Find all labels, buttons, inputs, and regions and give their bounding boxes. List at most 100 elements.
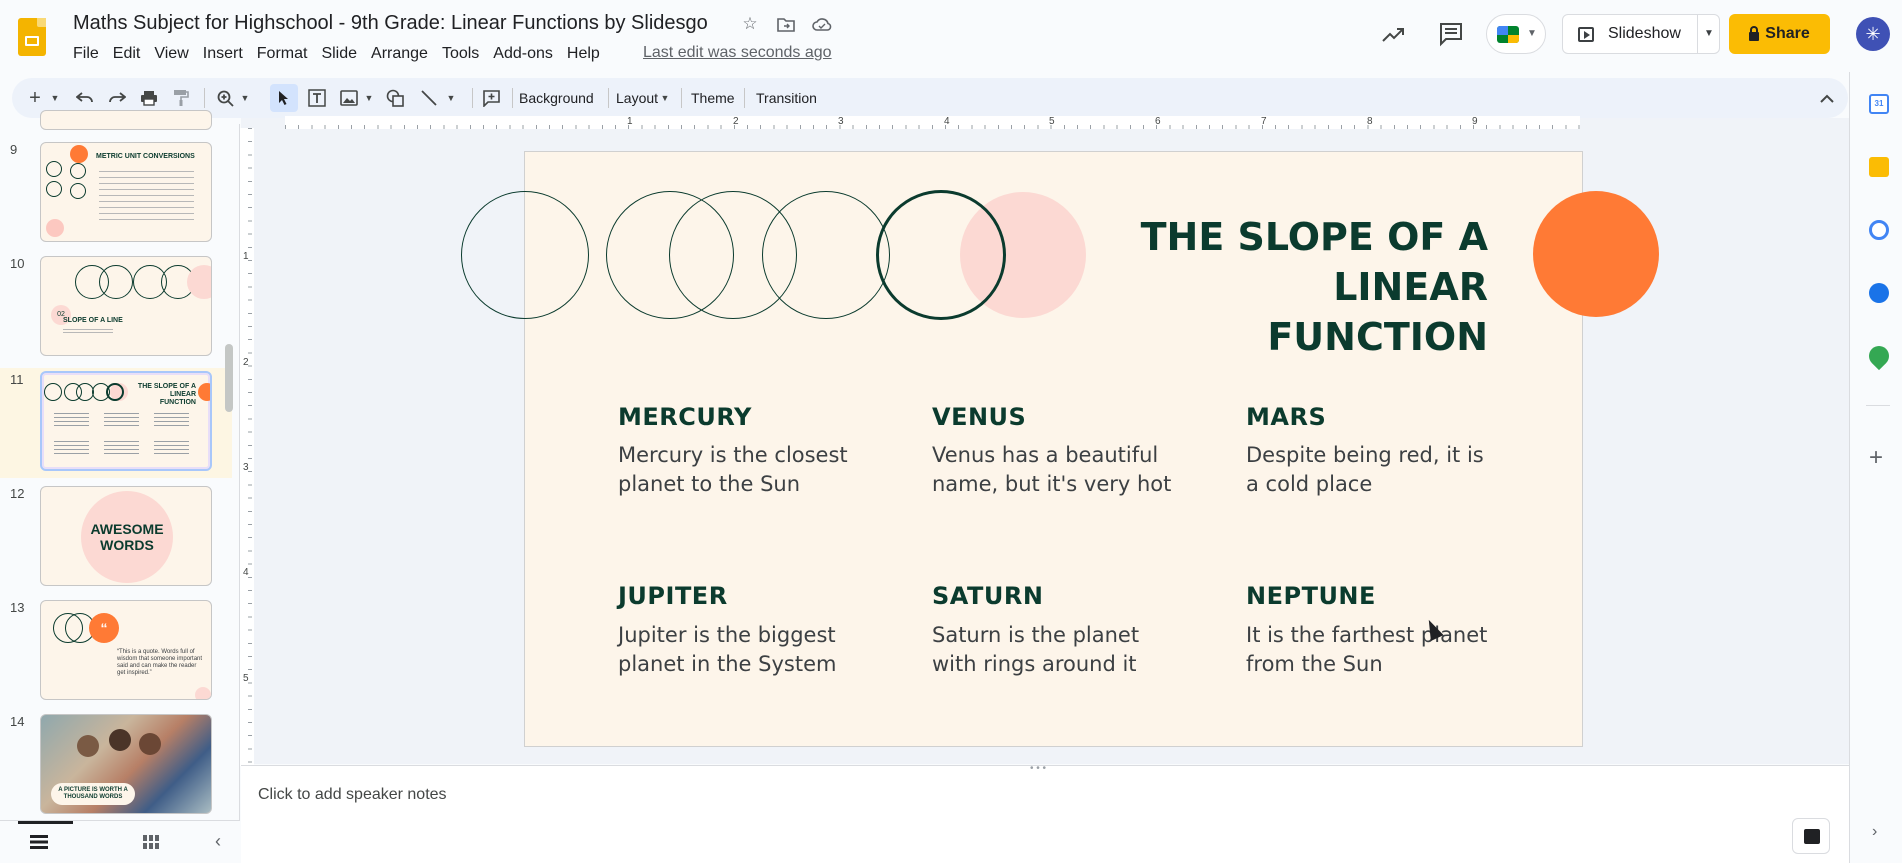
thumbnail-title: METRIC UNIT CONVERSIONS [96,153,195,160]
background-button[interactable]: Background [519,78,594,118]
slide-thumbnail-8[interactable] [40,110,212,130]
meet-button[interactable]: ▼ [1486,14,1546,54]
planet-name[interactable]: SATURN [932,582,1043,610]
select-cursor-icon[interactable] [270,84,298,112]
slide-title-line: THE SLOPE OF A [1140,215,1488,259]
menu-view[interactable]: View [147,44,195,64]
planet-description[interactable]: Saturn is the planet with rings around i… [932,621,1192,679]
grid-view-icon[interactable] [143,835,159,849]
menu-tools[interactable]: Tools [435,44,486,64]
menu-edit[interactable]: Edit [106,44,148,64]
slides-logo-icon[interactable] [18,18,46,56]
image-dropdown-icon[interactable]: ▼ [362,78,376,118]
divider [608,88,609,108]
menu-insert[interactable]: Insert [196,44,250,64]
image-icon[interactable] [336,78,362,118]
slide-title[interactable]: THE SLOPE OF A LINEAR FUNCTION [1130,212,1488,362]
share-label: Share [1765,25,1810,42]
collapse-toolbar-icon[interactable] [1817,78,1837,118]
planet-description[interactable]: Mercury is the closest planet to the Sun [618,441,878,499]
slideshow-dropdown-icon[interactable]: ▼ [1704,28,1714,39]
zoom-dropdown-icon[interactable]: ▼ [238,78,252,118]
thumb-text-lines [63,329,113,335]
divider [472,88,473,108]
planet-description[interactable]: Venus has a beautiful name, but it's ver… [932,441,1192,499]
notes-resize-handle[interactable]: • • • [1030,764,1054,774]
ring-decoration[interactable] [762,191,890,319]
ring-decoration[interactable] [876,190,1006,320]
slide-thumbnail-12[interactable]: AWESOME WORDS [40,486,212,586]
thumbnail-number: 10 [10,256,25,271]
menu-help[interactable]: Help [560,44,607,64]
filmstrip-view-icon[interactable] [30,835,48,849]
toolbar: + ▼ ▼ ▼ ▼ Background Layout ▼ Theme Tran… [12,78,1848,118]
layout-button[interactable]: Layout [616,78,658,118]
ring-decoration[interactable] [461,191,589,319]
tasks-icon[interactable] [1869,220,1889,240]
slide-thumbnail-14[interactable]: A PICTURE IS WORTH A THOUSAND WORDS [40,714,212,814]
menu-slide[interactable]: Slide [314,44,364,64]
text-box-icon[interactable] [304,78,330,118]
description-line: Despite being red, it is [1246,443,1484,467]
menu-arrange[interactable]: Arrange [364,44,435,64]
speaker-notes-placeholder[interactable]: Click to add speaker notes [258,786,447,804]
filmstrip-scrollbar[interactable] [225,344,233,412]
star-icon[interactable]: ☆ [739,13,761,35]
slideshow-button[interactable]: Slideshow ▼ [1562,14,1720,54]
description-line: from the Sun [1246,652,1383,676]
menu-file[interactable]: File [66,44,106,64]
keep-icon[interactable] [1869,157,1889,177]
add-comment-icon[interactable] [478,78,504,118]
transition-button[interactable]: Transition [756,78,817,118]
expand-panel-icon[interactable]: › [1872,823,1877,841]
menu-format[interactable]: Format [250,44,315,64]
layout-dropdown-icon[interactable]: ▼ [658,78,672,118]
planet-description[interactable]: Despite being red, it is a cold place [1246,441,1506,499]
chevron-down-icon: ▼ [1527,28,1537,39]
planet-name[interactable]: JUPITER [618,582,728,610]
thumb-pink-dot [195,687,211,699]
theme-button[interactable]: Theme [691,78,735,118]
slide-title-line: LINEAR FUNCTION [1267,265,1488,359]
slide-thumbnail-11[interactable]: THE SLOPE OF A LINEAR FUNCTION [40,371,212,471]
planet-name[interactable]: MERCURY [618,403,752,431]
calendar-icon[interactable]: 31 [1869,94,1889,114]
shape-icon[interactable] [382,78,408,118]
ruler-label: 9 [1472,116,1478,127]
ruler-label: 7 [1261,116,1267,127]
description-line: with rings around it [932,652,1137,676]
orange-circle-decoration[interactable] [1533,191,1659,317]
slide-thumbnail-9[interactable]: METRIC UNIT CONVERSIONS [40,142,212,242]
slide-thumbnail-13[interactable]: “ “This is a quote. Words full of wisdom… [40,600,212,700]
collapse-panel-icon[interactable]: ‹ [215,831,221,852]
speaker-notes-area[interactable] [241,765,1849,863]
move-folder-icon[interactable] [775,13,797,35]
thumb-ring [70,163,86,179]
planet-name[interactable]: NEPTUNE [1246,582,1376,610]
menu-add-ons[interactable]: Add-ons [486,44,560,64]
thumb-orange-dot [70,145,88,163]
planet-description[interactable]: Jupiter is the biggest planet in the Sys… [618,621,878,679]
account-avatar[interactable]: ✳ [1856,17,1890,51]
contacts-icon[interactable] [1869,283,1889,303]
planet-name[interactable]: MARS [1246,403,1326,431]
cloud-saved-icon[interactable] [811,13,833,35]
thumb-text-lines [54,413,204,427]
planet-description[interactable]: It is the farthest planet from the Sun [1246,621,1506,679]
thumb-ring [46,181,62,197]
line-dropdown-icon[interactable]: ▼ [444,78,458,118]
thumbnail-title: A PICTURE IS WORTH A THOUSAND WORDS [51,783,135,805]
document-title[interactable]: Maths Subject for Highschool - 9th Grade… [73,12,708,35]
active-view-indicator [18,821,73,824]
ai-assist-icon[interactable] [1792,818,1830,854]
lock-icon [1749,25,1760,41]
get-addons-icon[interactable]: + [1869,444,1883,472]
share-button[interactable]: Share [1729,14,1830,54]
slide-thumbnail-10[interactable]: 02 SLOPE OF A LINE [40,256,212,356]
activity-trend-icon[interactable] [1380,22,1406,48]
comments-icon[interactable] [1437,20,1465,48]
last-edit-link[interactable]: Last edit was seconds ago [643,44,832,62]
planet-name[interactable]: VENUS [932,403,1026,431]
zoom-icon[interactable] [212,78,238,118]
line-icon[interactable] [416,78,442,118]
